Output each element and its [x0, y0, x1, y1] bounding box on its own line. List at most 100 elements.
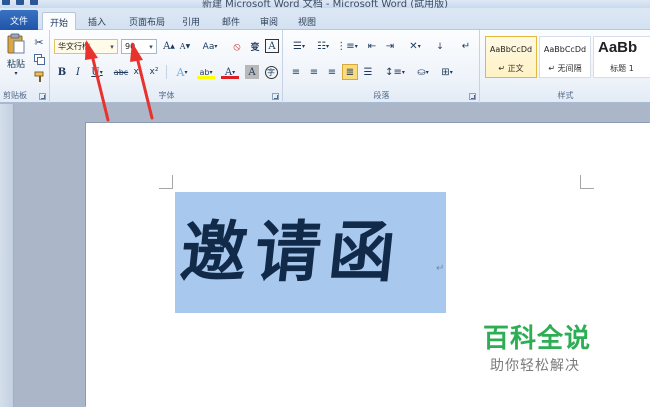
font-size-value: 90 [125, 42, 136, 51]
sort-icon: ↓ [436, 41, 444, 52]
highlight-button[interactable]: ab ▾ [195, 64, 217, 80]
distributed-icon: ☰ [363, 66, 373, 78]
font-name-value: 华文行楷 [58, 42, 90, 51]
strikethrough-label: abc [113, 67, 129, 77]
distributed-button[interactable]: ☰ [360, 64, 376, 80]
align-left-button[interactable]: ≡ [288, 64, 304, 80]
subscript-button[interactable]: x₂ [131, 64, 145, 80]
multilevel-list-button[interactable]: ⋮≡ ▾ [336, 39, 358, 54]
ribbon-tabs: 文件 开始 插入 页面布局 引用 邮件 审阅 视图 [0, 8, 650, 31]
justify-button[interactable]: ≣ [342, 64, 358, 80]
tab-home[interactable]: 开始 [42, 12, 76, 31]
align-center-icon: ≡ [309, 66, 319, 78]
clear-formatting-button[interactable]: ⦸ [229, 39, 245, 54]
shrink-font-button[interactable]: A ▼ [178, 39, 192, 54]
cut-button[interactable]: ✂ [32, 35, 46, 49]
character-shading-label: A [248, 66, 256, 78]
tab-page-layout[interactable]: 页面布局 [122, 12, 172, 30]
scissors-icon: ✂ [34, 35, 44, 49]
bold-label: B [57, 66, 67, 78]
text-effects-label: A [176, 65, 185, 79]
crop-mark-top-left [159, 175, 173, 189]
chevron-down-icon: ▾ [14, 70, 18, 77]
format-painter-icon [34, 71, 43, 82]
tab-references[interactable]: 引用 [176, 12, 206, 30]
font-dialog-launcher-icon[interactable] [272, 93, 279, 100]
style-no-spacing[interactable]: AaBbCcDd ↵ 无间隔 [539, 36, 591, 78]
character-border-button[interactable]: A [265, 39, 279, 53]
document-heading[interactable]: 邀请函 [175, 197, 449, 307]
subscript-label: x₂ [133, 67, 143, 77]
align-center-button[interactable]: ≡ [306, 64, 322, 80]
line-spacing-icon: ↕≡ [385, 66, 402, 78]
paragraph-mark-icon: ↵ [461, 41, 471, 52]
italic-label: I [76, 66, 80, 78]
grow-font-button[interactable]: A ▲ [162, 39, 176, 54]
enclose-characters-icon: 字 [264, 65, 278, 79]
styles-group: AaBbCcDd ↵ 正文 AaBbCcDd ↵ 无间隔 AaBb 标题 1 样… [481, 30, 650, 103]
change-case-button[interactable]: Aa ▾ [199, 39, 221, 54]
justify-icon: ≣ [345, 66, 355, 78]
window-title: 新建 Microsoft Word 文档 - Microsoft Word (試… [201, 0, 449, 8]
font-color-button[interactable]: A ▾ [219, 64, 241, 80]
copy-button[interactable] [32, 52, 46, 66]
phonetic-guide-button[interactable]: 变 [247, 39, 263, 54]
title-bar: 新建 Microsoft Word 文档 - Microsoft Word (試… [0, 0, 650, 8]
style-heading-1[interactable]: AaBb 标题 1 [593, 36, 650, 78]
shading-button[interactable]: ⛀ ▾ [412, 64, 434, 80]
paste-button[interactable]: 粘贴 ▾ [3, 33, 29, 77]
format-painter-button[interactable] [32, 69, 46, 83]
chevron-down-icon[interactable]: ▾ [108, 41, 116, 52]
borders-button[interactable]: ⊞ ▾ [436, 64, 458, 80]
crop-mark-top-right [580, 175, 594, 189]
change-case-label: Aa [202, 41, 215, 52]
character-border-label: A [268, 40, 276, 52]
chinese-layout-button[interactable]: ✕ ▾ [404, 39, 426, 54]
paste-icon [7, 33, 25, 54]
align-left-icon: ≡ [291, 66, 301, 78]
underline-button[interactable]: U ▾ [87, 64, 107, 80]
increase-indent-button[interactable]: ⇥ [382, 39, 398, 54]
text-effects-button[interactable]: A ▾ [171, 64, 193, 80]
clear-formatting-icon: ⦸ [233, 39, 241, 53]
tab-review[interactable]: 审阅 [254, 12, 284, 30]
font-name-box[interactable]: 华文行楷 ▾ [54, 39, 118, 54]
font-size-box[interactable]: 90 ▾ [121, 39, 157, 54]
tab-mailings[interactable]: 邮件 [216, 12, 246, 30]
watermark-tagline: 助你轻松解决 [490, 358, 580, 374]
decrease-indent-button[interactable]: ⇤ [364, 39, 380, 54]
style-name: ↵ 无间隔 [548, 64, 582, 73]
italic-button[interactable]: I [71, 64, 85, 80]
numbering-button[interactable]: ☷ ▾ [312, 39, 334, 54]
tab-insert[interactable]: 插入 [80, 12, 114, 30]
show-marks-button[interactable]: ↵ [458, 39, 474, 54]
clipboard-dialog-launcher-icon[interactable] [39, 93, 46, 100]
paragraph-group: ☰ ▾ ☷ ▾ ⋮≡ ▾ ⇤ ⇥ ✕ ▾ ↓ ↵ ≡ ≡ ≡ ≣ ☰ ↕≡ ▾ ⛀ ▾ ⊞ ▾… [284, 30, 480, 103]
tab-view[interactable]: 视图 [292, 12, 322, 30]
sort-button[interactable]: ↓ [432, 39, 448, 54]
highlight-color-bar [197, 76, 215, 79]
align-right-button[interactable]: ≡ [324, 64, 340, 80]
vertical-ruler [0, 104, 14, 407]
chevron-down-icon[interactable]: ▾ [147, 41, 155, 52]
multilevel-list-icon: ⋮≡ [336, 41, 355, 52]
paste-label: 粘贴 [6, 60, 25, 70]
superscript-button[interactable]: x² [147, 64, 161, 80]
bullet-list-icon: ☰ [293, 41, 302, 52]
paragraph-group-label: 段落 [373, 91, 390, 100]
grow-font-label: A [163, 41, 171, 52]
tab-file[interactable]: 文件 [0, 10, 38, 30]
ribbon: 粘贴 ▾ ✂ 剪贴板 华文行楷 ▾ 90 ▾ A ▲ A ▼ Aa ▾ ⦸ 变 … [0, 30, 650, 103]
decrease-indent-icon: ⇤ [367, 41, 377, 52]
bullets-button[interactable]: ☰ ▾ [288, 39, 310, 54]
copy-icon [33, 53, 45, 65]
style-sample: AaBbCcDd [489, 45, 533, 54]
style-normal[interactable]: AaBbCcDd ↵ 正文 [485, 36, 537, 78]
line-spacing-button[interactable]: ↕≡ ▾ [384, 64, 406, 80]
strikethrough-button[interactable]: abc [113, 64, 129, 80]
paragraph-dialog-launcher-icon[interactable] [469, 93, 476, 100]
chinese-layout-icon: ✕ [409, 41, 418, 52]
bold-button[interactable]: B [55, 64, 69, 80]
character-shading-button[interactable]: A [245, 65, 259, 79]
enclose-characters-button[interactable]: 字 [263, 64, 279, 80]
